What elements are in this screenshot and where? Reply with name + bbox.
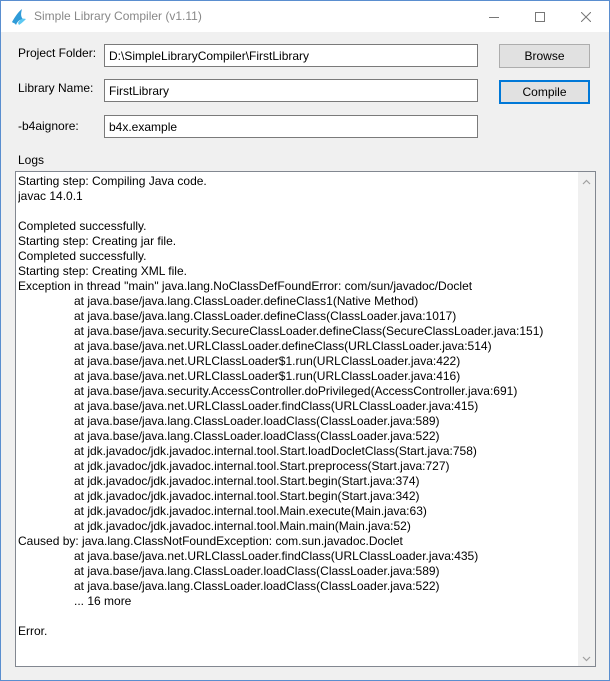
log-line: Starting step: Compiling Java code. [18, 174, 207, 188]
chevron-up-icon [582, 174, 591, 188]
log-line: at java.base/java.lang.ClassLoader.loadC… [74, 579, 440, 593]
logs-label: Logs [18, 153, 45, 167]
log-line: Exception in thread "main" java.lang.NoC… [18, 279, 473, 293]
log-line: at java.base/java.lang.ClassLoader.defin… [74, 309, 457, 323]
log-line: at jdk.javadoc/jdk.javadoc.internal.tool… [74, 459, 450, 473]
log-line: Completed successfully. [18, 249, 147, 263]
b4x-app-icon [10, 8, 28, 26]
log-line: ... 16 more [74, 594, 132, 608]
logs-textarea[interactable]: Starting step: Compiling Java code. javac… [15, 171, 596, 667]
log-line: Caused by: java.lang.ClassNotFoundExcept… [18, 534, 403, 548]
chevron-down-icon [582, 651, 591, 665]
project-folder-label: Project Folder: [18, 46, 97, 60]
minimize-button[interactable] [471, 1, 517, 32]
compile-button[interactable]: Compile [499, 80, 590, 104]
b4aignore-label: -b4aignore: [18, 119, 79, 133]
title-bar[interactable]: Simple Library Compiler (v1.11) [1, 1, 609, 32]
close-icon [581, 11, 591, 22]
library-name-label: Library Name: [18, 81, 94, 95]
log-line: at java.base/java.net.URLClassLoader$1.r… [74, 369, 461, 383]
maximize-icon [535, 11, 545, 22]
library-name-field[interactable] [104, 79, 478, 102]
log-line: at java.base/java.net.URLClassLoader.fin… [74, 399, 479, 413]
log-line: at jdk.javadoc/jdk.javadoc.internal.tool… [74, 474, 420, 488]
logs-scrollbar[interactable] [578, 172, 595, 666]
log-line: at java.base/java.net.URLClassLoader.def… [74, 339, 492, 353]
log-line: at java.base/java.net.URLClassLoader.fin… [74, 549, 479, 563]
b4aignore-field[interactable] [104, 115, 478, 138]
close-button[interactable] [563, 1, 609, 32]
scroll-down-button[interactable] [578, 649, 595, 666]
maximize-button[interactable] [517, 1, 563, 32]
log-line: javac 14.0.1 [18, 189, 83, 203]
log-line: at jdk.javadoc/jdk.javadoc.internal.tool… [74, 519, 411, 533]
log-line: Starting step: Creating jar file. [18, 234, 177, 248]
project-folder-field[interactable] [104, 44, 478, 67]
log-line: at java.base/java.lang.ClassLoader.loadC… [74, 564, 440, 578]
log-line: Completed successfully. [18, 219, 147, 233]
app-window: Simple Library Compiler (v1.11) Project … [0, 0, 610, 681]
log-line: at jdk.javadoc/jdk.javadoc.internal.tool… [74, 489, 420, 503]
log-line: at jdk.javadoc/jdk.javadoc.internal.tool… [74, 504, 427, 518]
log-line: at java.base/java.net.URLClassLoader$1.r… [74, 354, 461, 368]
log-line: at jdk.javadoc/jdk.javadoc.internal.tool… [74, 444, 477, 458]
log-line: at java.base/java.security.SecureClassLo… [74, 324, 544, 338]
browse-button[interactable]: Browse [499, 44, 590, 68]
log-line: at java.base/java.security.AccessControl… [74, 384, 518, 398]
log-line: at java.base/java.lang.ClassLoader.loadC… [74, 414, 440, 428]
minimize-icon [489, 12, 499, 22]
logs-content: Starting step: Compiling Java code. javac… [18, 174, 578, 664]
log-line: Error. [18, 624, 48, 638]
scroll-up-button[interactable] [578, 172, 595, 189]
log-line: Starting step: Creating XML file. [18, 264, 187, 278]
log-line: at java.base/java.lang.ClassLoader.defin… [74, 294, 419, 308]
window-title: Simple Library Compiler (v1.11) [34, 9, 202, 23]
log-line: at java.base/java.lang.ClassLoader.loadC… [74, 429, 440, 443]
